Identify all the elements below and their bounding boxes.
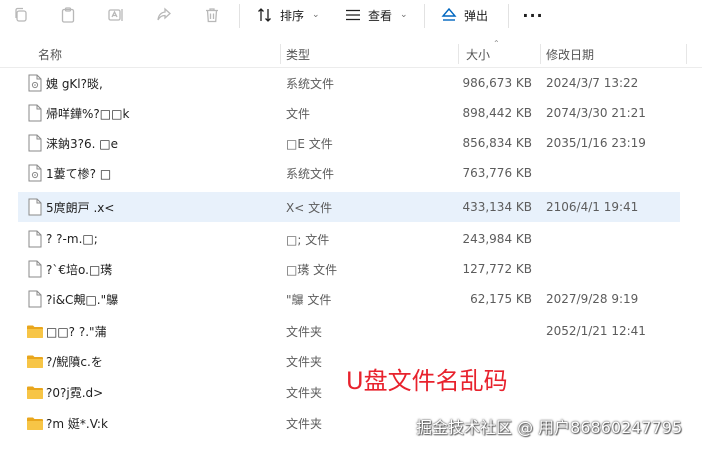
file-name: ? ?-m.□; xyxy=(46,232,98,246)
paste-icon[interactable] xyxy=(57,4,79,26)
file-size: 898,442 KB xyxy=(462,106,532,120)
folder-icon xyxy=(26,377,44,407)
copy-icon[interactable] xyxy=(10,4,32,26)
folder-name: ?/鯢隫c.を xyxy=(46,354,103,369)
file-icon xyxy=(26,254,44,284)
file-date xyxy=(546,158,680,188)
folder-icon xyxy=(26,316,44,346)
list-item[interactable]: ?i&C覥□."鸔 "鸔 文件 62,175 KB 2027/9/28 9:19 xyxy=(18,284,680,314)
file-date xyxy=(546,254,680,284)
folder-name: □□? ?."蒲 xyxy=(46,324,107,339)
rename-icon[interactable] xyxy=(105,4,127,26)
column-date[interactable]: 修改日期 xyxy=(546,40,594,68)
file-icon xyxy=(26,284,44,314)
file-size: 127,772 KB xyxy=(462,262,532,276)
eject-label: 弹出 xyxy=(464,8,489,23)
column-divider[interactable] xyxy=(458,44,459,64)
list-item[interactable]: □□? ?."蒲 文件夹 2052/1/21 12:41 xyxy=(18,316,680,346)
toolbar: 排序 ⌄ 查看 ⌄ 弹出 ··· xyxy=(0,0,702,32)
file-name: 5庹朗戸 .x< xyxy=(46,200,115,215)
list-item[interactable]: 帰咩鏵%?□□k 文件 898,442 KB 2074/3/30 21:21 xyxy=(18,98,680,128)
chevron-down-icon: ⌄ xyxy=(312,10,320,20)
list-item[interactable]: ? ?-m.□; □; 文件 243,984 KB xyxy=(18,224,680,254)
file-size: 62,175 KB xyxy=(470,292,532,306)
file-date: 2074/3/30 21:21 xyxy=(546,106,646,120)
sort-label: 排序 xyxy=(280,8,305,23)
sort-ascending-icon: ⌃ xyxy=(493,39,500,48)
file-date: 2027/9/28 9:19 xyxy=(546,292,639,306)
file-name: 媿 gKl?晱, xyxy=(46,76,103,91)
file-size: 243,984 KB xyxy=(462,232,532,246)
column-divider[interactable] xyxy=(280,44,281,64)
file-date: 2106/4/1 19:41 xyxy=(546,200,639,214)
sort-icon xyxy=(258,8,271,22)
file-type: 文件 xyxy=(286,106,311,121)
column-type[interactable]: 类型 xyxy=(286,40,310,68)
file-icon xyxy=(26,128,44,158)
list-item[interactable]: ?`€培o.□璓 □璓 文件 127,772 KB xyxy=(18,254,680,284)
column-divider[interactable] xyxy=(540,44,541,64)
file-name: 1蔞て椮? □ xyxy=(46,166,112,181)
file-date: 2052/1/21 12:41 xyxy=(546,324,646,338)
system-file-icon xyxy=(26,68,44,98)
file-icon xyxy=(26,98,44,128)
file-size: 433,134 KB xyxy=(462,200,532,214)
column-header: 名称 类型 大小 ⌃ 修改日期 xyxy=(0,39,702,68)
file-icon xyxy=(26,192,44,222)
watermark: 掘金技术社区 @ 用户86860247795 xyxy=(416,418,683,437)
system-file-icon xyxy=(26,158,44,188)
list-item[interactable]: 1蔞て椮? □ 系统文件 763,776 KB xyxy=(18,158,680,188)
file-date: 2035/1/16 23:19 xyxy=(546,136,646,150)
file-date: 2024/3/7 13:22 xyxy=(546,76,639,90)
column-divider[interactable] xyxy=(686,44,687,64)
folder-icon xyxy=(26,408,44,438)
list-item[interactable]: 涞鈉3?6. □e □E 文件 856,834 KB 2035/1/16 23:… xyxy=(18,128,680,158)
chevron-down-icon: ⌄ xyxy=(400,10,408,20)
more-options-button[interactable]: ··· xyxy=(520,4,546,26)
file-type: 系统文件 xyxy=(286,166,335,181)
column-name[interactable]: 名称 xyxy=(38,40,62,68)
eject-icon xyxy=(441,7,457,21)
share-icon[interactable] xyxy=(153,4,175,26)
sort-button[interactable]: 排序 ⌄ xyxy=(256,4,320,26)
toolbar-divider xyxy=(424,4,425,28)
file-name: ?i&C覥□."鸔 xyxy=(46,292,119,307)
file-type: "鸔 文件 xyxy=(286,292,332,307)
toolbar-divider xyxy=(239,4,240,28)
overlay-title: U盘文件名乱码 xyxy=(346,367,508,395)
delete-icon[interactable] xyxy=(201,4,223,26)
folder-name: ?0?j霓.d> xyxy=(46,385,104,400)
column-size[interactable]: 大小 xyxy=(466,40,490,68)
file-type: 系统文件 xyxy=(286,76,335,91)
file-size: 763,776 KB xyxy=(462,166,532,180)
file-date xyxy=(546,377,680,407)
list-item[interactable]: 媿 gKl?晱, 系统文件 986,673 KB 2024/3/7 13:22 xyxy=(18,68,680,98)
view-label: 查看 xyxy=(368,8,393,23)
file-type: □璓 文件 xyxy=(286,262,338,277)
toolbar-divider xyxy=(508,4,509,28)
folder-name: ?m 娗*.V:k xyxy=(46,416,108,431)
file-type: X< 文件 xyxy=(286,200,333,215)
folder-icon xyxy=(26,346,44,376)
file-type: □E 文件 xyxy=(286,136,333,151)
file-size: 856,834 KB xyxy=(462,136,532,150)
file-size: 986,673 KB xyxy=(462,76,532,90)
file-name: 帰咩鏵%?□□k xyxy=(46,106,130,121)
file-type: □; 文件 xyxy=(286,232,330,247)
file-date xyxy=(546,224,680,254)
file-name: 涞鈉3?6. □e xyxy=(46,136,118,151)
view-button[interactable]: 查看 ⌄ xyxy=(344,4,408,26)
file-icon xyxy=(26,224,44,254)
file-type: 文件夹 xyxy=(286,324,323,339)
view-icon xyxy=(346,9,360,21)
file-size xyxy=(458,316,532,346)
list-item-selected[interactable]: 5庹朗戸 .x< X< 文件 433,134 KB 2106/4/1 19:41 xyxy=(18,192,680,222)
file-date xyxy=(546,346,680,376)
eject-button[interactable]: 弹出 xyxy=(440,4,488,26)
file-name: ?`€培o.□璓 xyxy=(46,262,113,277)
